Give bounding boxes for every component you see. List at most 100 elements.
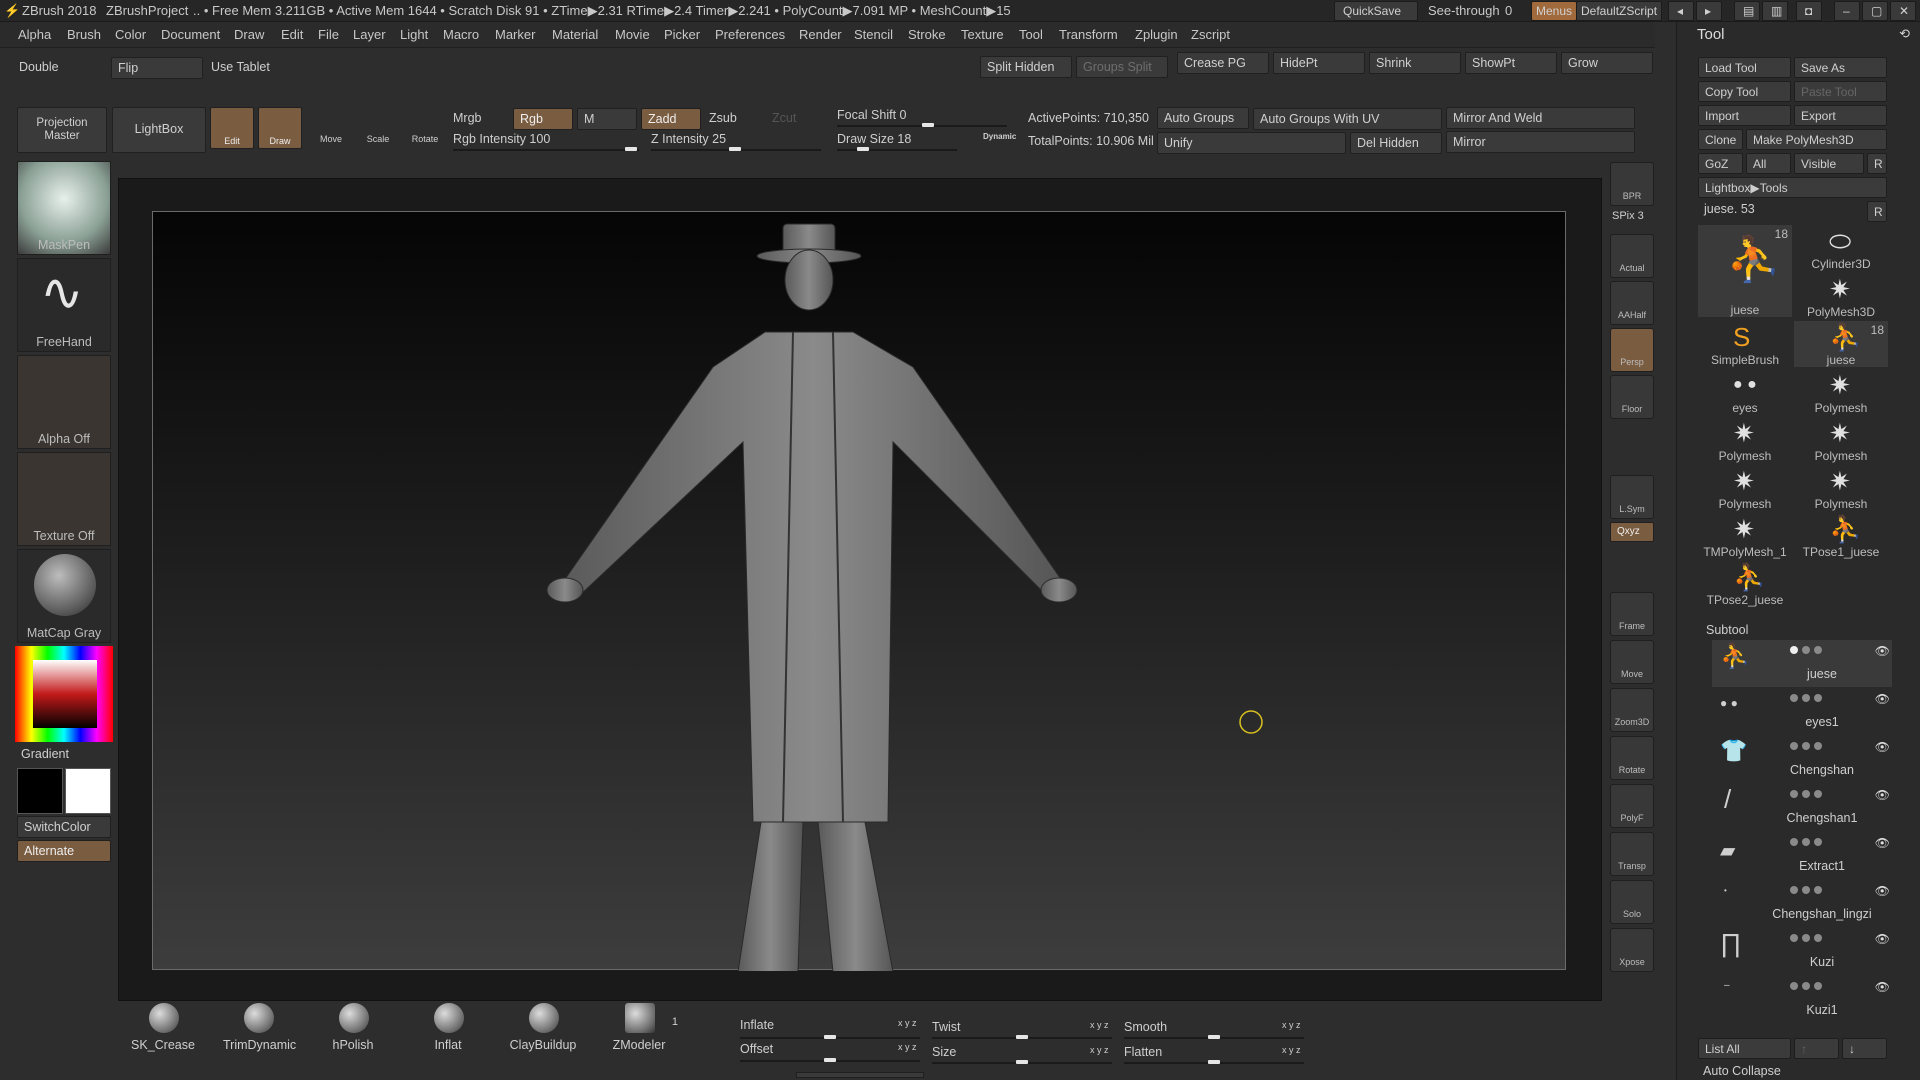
tool-thumb-eyes[interactable]: ● ● eyes (1698, 369, 1792, 415)
visibility-eye-icon[interactable]: 👁 (1875, 644, 1890, 658)
tool-thumb-polymesh-3[interactable]: ✷ Polymesh (1794, 417, 1888, 463)
xpose-button[interactable]: Xpose (1610, 928, 1654, 972)
split-hidden-button[interactable]: Split Hidden (980, 56, 1072, 78)
dynamic-toggle[interactable]: Dynamic (983, 132, 1016, 141)
subtool-row-kuzi1[interactable]: ‒ 👁 Kuzi1 (1712, 976, 1892, 1023)
seethrough-label[interactable]: See-through (1428, 3, 1500, 18)
bottom-shelf-handle[interactable] (796, 1072, 924, 1078)
subtool-row-chengshan1[interactable]: / 👁 Chengshan1 (1712, 784, 1892, 831)
rotate-mode-button[interactable]: Rotate (405, 112, 445, 144)
brush-trimdynamic[interactable]: TrimDynamic (223, 1001, 296, 1061)
menu-marker[interactable]: Marker (495, 27, 535, 42)
inflate-knob[interactable] (824, 1035, 836, 1039)
maximize-icon[interactable]: ▢ (1862, 1, 1888, 21)
z-intensity-slider[interactable]: Z Intensity 25 (651, 132, 726, 146)
menu-picker[interactable]: Picker (664, 27, 700, 42)
menu-zplugin[interactable]: Zplugin (1135, 27, 1178, 42)
menu-document[interactable]: Document (161, 27, 220, 42)
del-hidden-button[interactable]: Del Hidden (1350, 132, 1442, 154)
tool-thumb-tpose1[interactable]: ⛹ TPose1_juese (1794, 513, 1888, 559)
menu-alpha[interactable]: Alpha (18, 27, 51, 42)
crease-pg-button[interactable]: Crease PG (1177, 52, 1269, 74)
lightbox-tools-button[interactable]: Lightbox▶Tools (1698, 177, 1887, 198)
focal-shift-slider[interactable]: Focal Shift 0 (837, 108, 906, 122)
tool-thumb-juese-2[interactable]: ⛹ 18 juese (1794, 321, 1888, 367)
tool-thumb-tmpolymesh[interactable]: ✷ TMPolyMesh_1 (1698, 513, 1792, 559)
defaultzscript-button[interactable]: DefaultZScript (1576, 1, 1662, 21)
twist-axis-toggle[interactable]: x y z (1090, 1020, 1109, 1030)
tool-thumb-tpose2[interactable]: ⛹ TPose2_juese (1698, 561, 1792, 607)
floor-button[interactable]: Floor (1610, 375, 1654, 419)
list-all-button[interactable]: List All (1698, 1038, 1791, 1059)
tool-thumb-cylinder3d[interactable]: ⬭ Cylinder3D (1794, 225, 1888, 271)
menu-light[interactable]: Light (400, 27, 428, 42)
menu-texture[interactable]: Texture (961, 27, 1004, 42)
material-selector[interactable]: MatCap Gray (17, 549, 111, 643)
menu-color[interactable]: Color (115, 27, 146, 42)
move-mode-button[interactable]: Move (311, 112, 351, 144)
subtool-row-chengshan[interactable]: 👕 👁 Chengshan (1712, 736, 1892, 783)
tool-r-button[interactable]: R (1867, 201, 1887, 222)
actual-button[interactable]: Actual (1610, 234, 1654, 278)
alpha-selector[interactable]: Alpha Off (17, 355, 111, 449)
tool-thumb-polymesh-4[interactable]: ✷ Polymesh (1698, 465, 1792, 511)
grow-button[interactable]: Grow (1561, 52, 1653, 74)
layout-prev-icon[interactable]: ◂ (1668, 1, 1694, 21)
rgb-toggle[interactable]: Rgb (513, 108, 573, 130)
move-view-button[interactable]: Move (1610, 640, 1654, 684)
draw-size-track[interactable] (837, 149, 957, 151)
zoom3d-button[interactable]: Zoom3D (1610, 688, 1654, 732)
move-up-arrow-icon[interactable]: ↑ (1794, 1038, 1839, 1059)
inflate-axis-toggle[interactable]: x y z (898, 1018, 917, 1028)
move-down-arrow-icon[interactable]: ↓ (1842, 1038, 1887, 1059)
viewport[interactable] (152, 211, 1567, 973)
solo-button[interactable]: Solo (1610, 880, 1654, 924)
visibility-eye-icon[interactable]: 👁 (1875, 932, 1890, 946)
lock-icon[interactable]: ◘ (1796, 1, 1822, 21)
tool-thumb-polymesh-2[interactable]: ✷ Polymesh (1698, 417, 1792, 463)
paste-tool-button[interactable]: Paste Tool (1794, 81, 1887, 102)
tray-icon[interactable]: ▥ (1762, 1, 1788, 21)
menu-stroke[interactable]: Stroke (908, 27, 946, 42)
spix-slider[interactable]: SPix 3 (1612, 210, 1644, 222)
projection-master-button[interactable]: Projection Master (17, 107, 107, 153)
menu-edit[interactable]: Edit (281, 27, 303, 42)
zcut-toggle[interactable]: Zcut (772, 111, 796, 125)
minimize-icon[interactable]: – (1834, 1, 1860, 21)
interface-icon[interactable]: ▤ (1734, 1, 1760, 21)
menu-layer[interactable]: Layer (353, 27, 386, 42)
goz-r-button[interactable]: R (1867, 153, 1887, 174)
menu-transform[interactable]: Transform (1059, 27, 1118, 42)
bpr-button[interactable]: BPR (1610, 162, 1654, 206)
size-axis-toggle[interactable]: x y z (1090, 1045, 1109, 1055)
tool-thumb-simplebrush[interactable]: S SimpleBrush (1698, 321, 1792, 367)
rotate-view-button[interactable]: Rotate (1610, 736, 1654, 780)
offset-axis-toggle[interactable]: x y z (898, 1042, 917, 1052)
export-button[interactable]: Export (1794, 105, 1887, 126)
menu-zscript[interactable]: Zscript (1191, 27, 1230, 42)
offset-knob[interactable] (824, 1058, 836, 1062)
tool-thumb-polymesh-5[interactable]: ✷ Polymesh (1794, 465, 1888, 511)
menu-macro[interactable]: Macro (443, 27, 479, 42)
visibility-eye-icon[interactable]: 👁 (1875, 788, 1890, 802)
draw-mode-button[interactable]: Draw (258, 107, 302, 149)
clone-button[interactable]: Clone (1698, 129, 1743, 150)
unify-button[interactable]: Unify (1157, 132, 1346, 154)
flatten-slider[interactable]: Flatten (1124, 1045, 1162, 1059)
visibility-eye-icon[interactable]: 👁 (1875, 884, 1890, 898)
close-icon[interactable]: ✕ (1890, 1, 1916, 21)
lightbox-button[interactable]: LightBox (112, 107, 206, 153)
subtool-row-kuzi[interactable]: ∏ 👁 Kuzi (1712, 928, 1892, 975)
mrgb-toggle[interactable]: Mrgb (453, 111, 481, 125)
goz-button[interactable]: GoZ (1698, 153, 1743, 174)
brush-hpolish[interactable]: hPolish (318, 1001, 388, 1061)
inflate-slider[interactable]: Inflate (740, 1018, 774, 1032)
character-model[interactable] (153, 212, 1567, 973)
draw-size-slider[interactable]: Draw Size 18 (837, 132, 911, 146)
texture-selector[interactable]: Texture Off (17, 452, 111, 546)
current-tool-slider[interactable]: juese. 53 (1704, 202, 1755, 216)
palette-refresh-icon[interactable]: ⟲ (1899, 26, 1910, 42)
smooth-knob[interactable] (1208, 1035, 1220, 1039)
flip-button[interactable]: Flip (111, 57, 203, 79)
polyf-button[interactable]: PolyF (1610, 784, 1654, 828)
